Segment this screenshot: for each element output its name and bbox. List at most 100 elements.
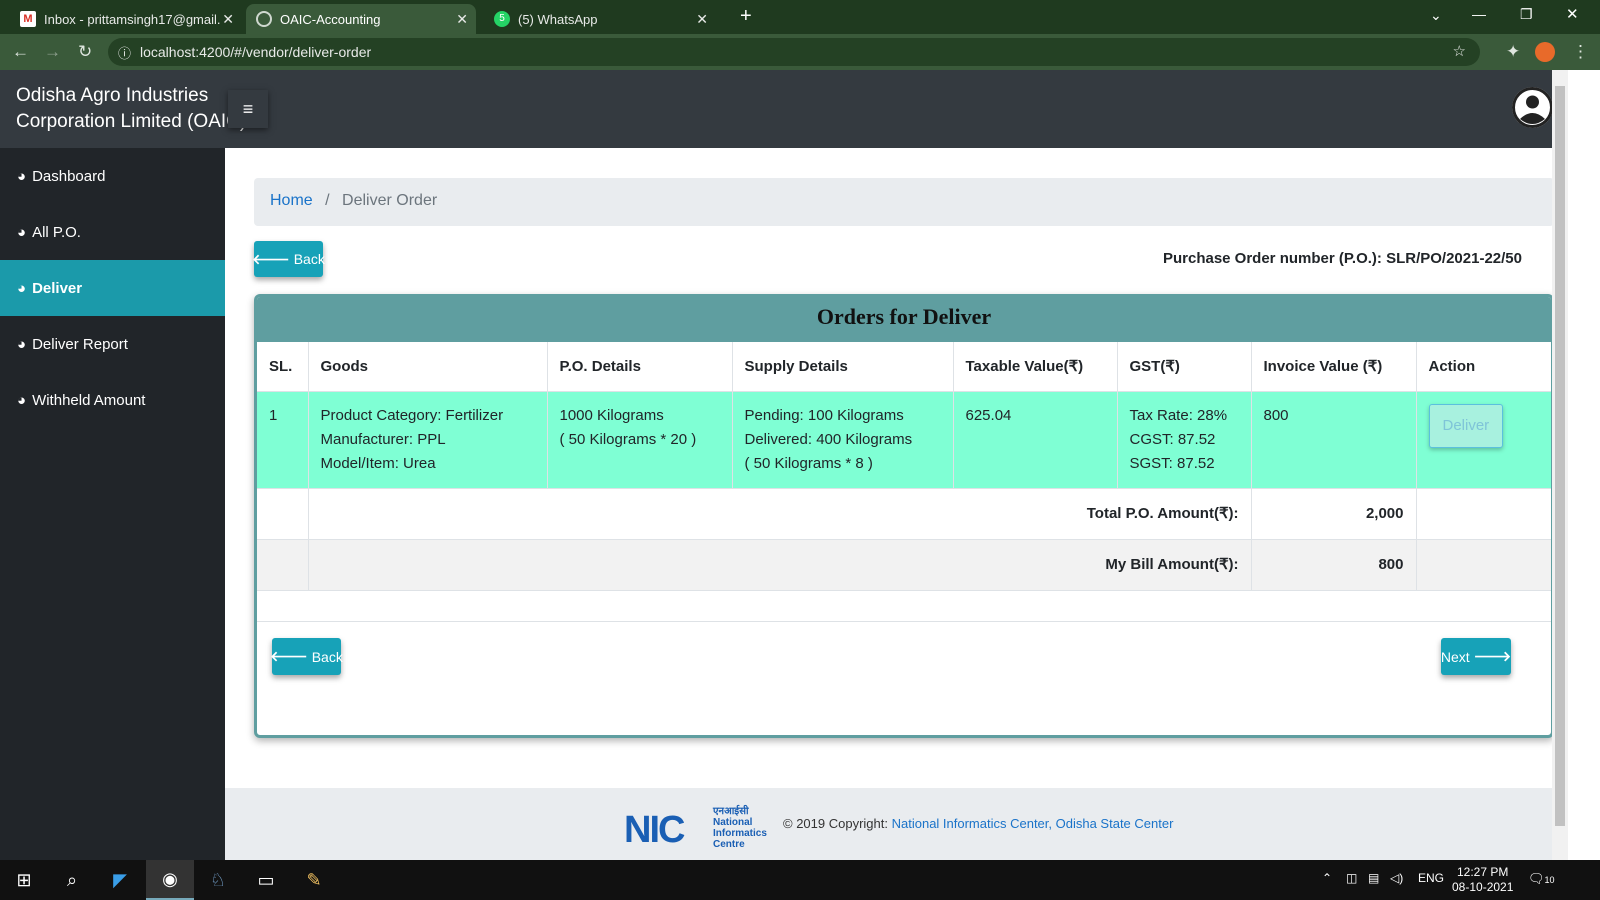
sidebar-item-deliver[interactable]: ◕ Deliver <box>0 260 225 316</box>
col-action: Action <box>1416 342 1551 392</box>
clock[interactable]: 12:27 PM 08-10-2021 <box>1452 865 1513 895</box>
meet-icon[interactable]: ◫ <box>1346 871 1357 885</box>
arrow-left-icon: 🡐 <box>252 250 290 267</box>
user-avatar-icon[interactable] <box>1512 87 1553 128</box>
forward-arrow-icon[interactable]: → <box>44 42 61 62</box>
window-close-button[interactable]: ✕ <box>1566 5 1579 23</box>
close-icon[interactable]: ✕ <box>696 11 708 28</box>
nic-logo: NIC <box>624 808 714 851</box>
paint-icon[interactable]: ✎ <box>290 860 338 900</box>
po-quantity: 1000 Kilograms <box>559 406 664 424</box>
gst-tax-rate: Tax Rate: 28% <box>1129 406 1228 424</box>
deliver-button[interactable]: Deliver <box>1428 403 1504 448</box>
extensions-icon[interactable]: ✦ <box>1506 42 1520 62</box>
supply-pending: Pending: 100 Kilograms <box>744 406 904 424</box>
col-goods: Goods <box>308 342 548 392</box>
next-button[interactable]: Next 🡒 <box>1441 638 1511 675</box>
cell-po-details: 1000 Kilograms ( 50 Kilograms * 20 ) <box>547 391 733 489</box>
chrome-icon[interactable]: ◉ <box>146 860 194 900</box>
goods-model: Model/Item: Urea <box>320 454 436 472</box>
info-icon: ⓘ <box>118 46 132 61</box>
back-button-bottom[interactable]: 🡐 Back <box>270 638 343 675</box>
sidebar-item-withheld-amount[interactable]: ◕ Withheld Amount <box>0 372 225 428</box>
nic-text: एनआईसी National Informatics Centre <box>713 806 777 850</box>
tab-title: Inbox - prittamsingh17@gmail.co <box>44 11 220 27</box>
empty-cell <box>257 539 309 591</box>
url-input[interactable]: ⓘ localhost:4200/#/vendor/deliver-order … <box>108 38 1480 66</box>
breadcrumb-home-link[interactable]: Home <box>270 192 313 209</box>
star-icon[interactable]: ☆ <box>1453 42 1466 60</box>
total-po-row: Total P.O. Amount(₹): 2,000 <box>257 488 1551 540</box>
my-bill-label: My Bill Amount(₹): <box>308 539 1252 591</box>
sidebar-item-label: Dashboard <box>32 167 106 185</box>
back-label: Back <box>293 251 325 267</box>
nic-odisha-link[interactable]: National Informatics Center, Odisha Stat… <box>892 816 1174 831</box>
dashboard-icon: ◕ <box>17 391 27 409</box>
clock-time: 12:27 PM <box>1457 865 1509 879</box>
browser-tab-bar: M Inbox - prittamsingh17@gmail.co ✕ OAIC… <box>0 0 1600 34</box>
sidebar-item-deliver-report[interactable]: ◕ Deliver Report <box>0 316 225 372</box>
new-tab-button[interactable]: + <box>740 5 752 28</box>
arrow-right-icon: 🡒 <box>1473 648 1512 664</box>
dashboard-icon: ◕ <box>17 335 27 353</box>
cell-taxable-value: 625.04 <box>953 391 1118 489</box>
cell-action: Deliver <box>1416 391 1551 489</box>
brand-title: Odisha Agro Industries Corporation Limit… <box>16 83 246 135</box>
goods-category: Product Category: Fertilizer <box>320 406 504 424</box>
windows-taskbar: ⊞ ⌕ ◤ ◉ ♘ ▭ ✎ ⌃ ◫ ▤ ◁) ENG 12:27 PM 08-1… <box>0 860 1600 900</box>
my-bill-value: 800 <box>1251 539 1417 591</box>
po-breakdown: ( 50 Kilograms * 20 ) <box>559 430 697 448</box>
postgres-icon[interactable]: ♘ <box>194 860 242 900</box>
close-icon[interactable]: ✕ <box>456 11 468 28</box>
sidebar-item-label: All P.O. <box>32 223 81 241</box>
reload-icon[interactable]: ↻ <box>78 42 92 62</box>
volume-icon[interactable]: ◁) <box>1390 871 1403 885</box>
page-scrollbar[interactable] <box>1552 70 1568 860</box>
orders-table: SL. Goods P.O. Details Supply Details Ta… <box>257 342 1551 591</box>
cell-goods: Product Category: Fertilizer Manufacture… <box>308 391 548 489</box>
notification-icon[interactable]: 🗨10 <box>1528 871 1555 887</box>
windows-start-icon[interactable]: ⊞ <box>0 860 48 900</box>
tab-search-icon[interactable]: ⌄ <box>1430 7 1442 24</box>
sidebar: ◕ Dashboard ◕ All P.O. ◕ Deliver ◕ Deliver R… <box>0 148 225 860</box>
tab-gmail[interactable]: M Inbox - prittamsingh17@gmail.co ✕ <box>10 4 242 34</box>
sidebar-item-all-po[interactable]: ◕ All P.O. <box>0 204 225 260</box>
brand-line-2: Corporation Limited (OAIC) <box>16 111 247 132</box>
tray-chevron-icon[interactable]: ⌃ <box>1322 871 1332 885</box>
back-label: Back <box>311 648 343 665</box>
col-gst: GST(₹) <box>1117 342 1252 392</box>
dashboard-icon: ◕ <box>17 167 27 185</box>
maximize-button[interactable]: ❐ <box>1520 6 1533 23</box>
next-label: Next <box>1440 648 1470 665</box>
dashboard-icon: ◕ <box>17 223 27 241</box>
search-icon[interactable]: ⌕ <box>48 860 96 900</box>
scrollbar-thumb[interactable] <box>1555 86 1565 826</box>
close-icon[interactable]: ✕ <box>222 11 234 28</box>
nic-hindi-text: एनआईसी <box>713 806 749 817</box>
empty-cell <box>1416 488 1551 540</box>
back-button-top[interactable]: 🡐 Back <box>252 241 325 277</box>
hamburger-icon: ≡ <box>242 99 254 119</box>
whatsapp-icon: 5 <box>494 11 510 27</box>
language-indicator[interactable]: ENG <box>1418 871 1444 885</box>
network-icon[interactable]: ▤ <box>1368 871 1379 885</box>
col-supply-details: Supply Details <box>732 342 954 392</box>
sidebar-item-dashboard[interactable]: ◕ Dashboard <box>0 148 225 204</box>
profile-avatar[interactable] <box>1535 42 1555 62</box>
tab-oaic[interactable]: OAIC-Accounting ✕ <box>246 4 476 34</box>
orders-card: Orders for Deliver SL. Goods P.O. Detail… <box>254 294 1554 738</box>
cell-gst: Tax Rate: 28% CGST: 87.52 SGST: 87.52 <box>1117 391 1252 489</box>
clock-date: 08-10-2021 <box>1452 880 1514 894</box>
menu-dots-icon[interactable]: ⋮ <box>1572 42 1589 62</box>
vscode-icon[interactable]: ◤ <box>96 860 144 900</box>
minimize-button[interactable]: — <box>1472 6 1486 22</box>
col-invoice-value: Invoice Value (₹) <box>1251 342 1417 392</box>
nic-english-text: National Informatics Centre <box>713 817 767 850</box>
tab-whatsapp[interactable]: 5 (5) WhatsApp ✕ <box>484 4 716 34</box>
cell-sl: 1 <box>257 391 309 489</box>
terminal-icon[interactable]: ▭ <box>242 860 290 900</box>
hamburger-menu-button[interactable]: ≡ <box>228 90 268 128</box>
tab-title: (5) WhatsApp <box>518 11 598 27</box>
card-footer: 🡐 Back Next 🡒 <box>257 621 1551 691</box>
back-arrow-icon[interactable]: ← <box>12 42 29 62</box>
